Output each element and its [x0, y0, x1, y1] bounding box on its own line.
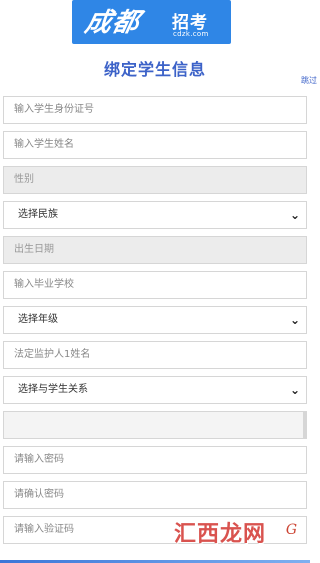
chevron-down-icon: ⌄ — [289, 383, 300, 397]
logo-script-text: 成都 — [82, 8, 143, 38]
grade-select[interactable]: 选择年级 ⌄ — [3, 306, 307, 334]
chevron-down-icon: ⌄ — [289, 208, 300, 222]
ethnicity-value: 选择民族 — [18, 209, 58, 220]
name-placeholder: 输入学生姓名 — [14, 139, 74, 150]
id-number-placeholder: 输入学生身份证号 — [14, 104, 94, 115]
guardian-name-field[interactable]: 法定监护人1姓名 — [3, 341, 307, 369]
grade-value: 选择年级 — [18, 314, 58, 325]
chevron-down-icon: ⌄ — [289, 313, 300, 327]
gender-field: 性别 — [3, 166, 307, 194]
school-field[interactable]: 输入毕业学校 — [3, 271, 307, 299]
password-placeholder: 请输入密码 — [14, 454, 64, 465]
gender-value: 性别 — [14, 174, 34, 185]
password-field[interactable]: 请输入密码 — [3, 446, 307, 474]
page-title: 绑定学生信息 — [103, 60, 206, 79]
site-logo: 成都 招考 cdzk.com — [72, 0, 231, 44]
ethnicity-select[interactable]: 选择民族 ⌄ — [3, 201, 307, 229]
birthdate-field: 出生日期 — [3, 236, 307, 264]
id-number-field[interactable]: 输入学生身份证号 — [3, 96, 307, 124]
relation-value: 选择与学生关系 — [18, 384, 88, 395]
logo-url-text: cdzk.com — [173, 30, 209, 38]
watermark-text: 汇西龙网 — [174, 522, 267, 547]
name-field[interactable]: 输入学生姓名 — [3, 131, 307, 159]
skip-link[interactable]: 跳过 — [301, 75, 317, 86]
confirm-password-field[interactable]: 请确认密码 — [3, 481, 307, 509]
blank-field[interactable] — [3, 411, 307, 439]
school-placeholder: 输入毕业学校 — [14, 279, 74, 290]
birthdate-value: 出生日期 — [14, 244, 54, 255]
confirm-password-placeholder: 请确认密码 — [14, 489, 64, 500]
verify-code-placeholder: 请输入验证码 — [14, 524, 74, 535]
guardian-name-placeholder: 法定监护人1姓名 — [14, 349, 91, 360]
relation-select[interactable]: 选择与学生关系 ⌄ — [3, 376, 307, 404]
